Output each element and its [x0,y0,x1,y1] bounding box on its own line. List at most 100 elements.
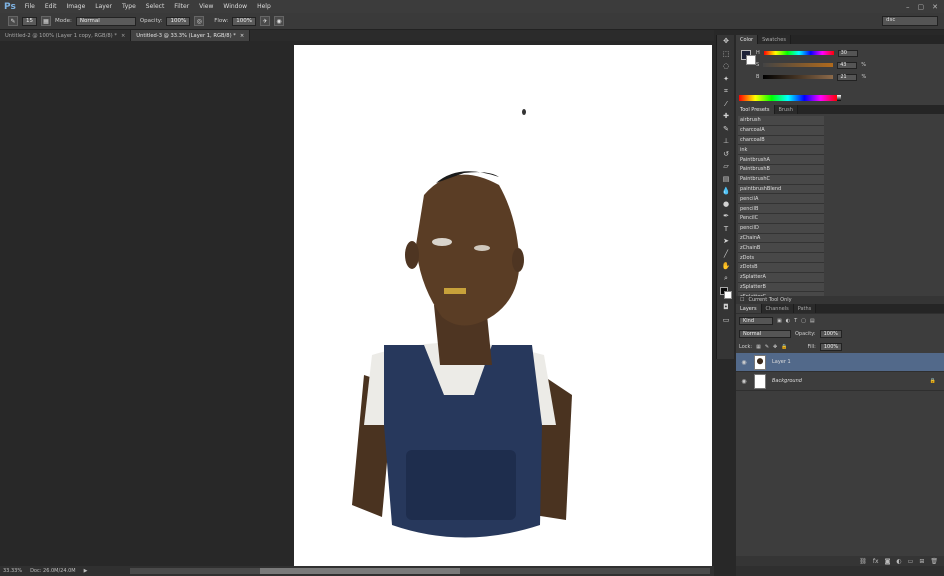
path-select-icon[interactable]: ➤ [717,235,735,248]
background-swatch[interactable] [724,291,732,299]
filter-shape-icon[interactable]: ▢ [801,318,806,324]
tab-channels[interactable]: Channels [761,304,794,313]
horizontal-scrollbar[interactable] [130,568,710,574]
menu-window[interactable]: Window [218,3,252,10]
mode-select[interactable]: Normal [75,16,136,26]
pressure-opacity-icon[interactable]: ◎ [194,16,205,26]
kind-filter-select[interactable]: Kind [739,316,773,325]
list-item[interactable]: zSplatterA [738,272,824,283]
list-item[interactable]: zSplatterB [738,282,824,293]
brush-icon[interactable]: ✎ [717,123,735,136]
current-tool-only-checkbox[interactable]: ☐ [740,297,744,303]
lock-all-icon[interactable]: 🔒 [781,344,787,350]
close-icon[interactable]: × [240,33,244,39]
eyedropper-icon[interactable]: ⁄ [717,98,735,111]
gradient-icon[interactable]: ▤ [717,173,735,186]
color-swatches[interactable] [717,285,735,301]
status-menu-icon[interactable]: ▶ [84,568,88,574]
tab-untitled-3[interactable]: Untitled-3 @ 33.3% (Layer 1, RGB/8) * × [131,30,251,41]
link-icon[interactable]: ⛓ [859,558,867,565]
list-item[interactable]: paintbrushBlend [738,184,824,195]
layer-name[interactable]: Layer 1 [772,359,791,365]
list-item[interactable]: zChainB [738,243,824,254]
tab-color[interactable]: Color [736,35,759,44]
layer-row-layer-1[interactable]: ◉ Layer 1 [736,353,944,372]
filter-type-icon[interactable]: T [794,318,797,324]
bw-ramp[interactable] [837,95,841,101]
blur-icon[interactable]: 💧 [717,185,735,198]
tab-layers[interactable]: Layers [736,304,762,313]
list-item[interactable]: PaintbrushB [738,164,824,175]
screen-mode-icon[interactable]: ▭ [717,314,735,327]
hand-icon[interactable]: ✋ [717,260,735,273]
trash-icon[interactable]: 🗑 [930,558,938,565]
close-icon[interactable]: × [121,33,125,39]
brush-size-picker[interactable]: 15 [22,16,37,26]
tab-brush[interactable]: Brush [774,105,798,114]
workspace-select[interactable]: dsc [882,16,938,26]
opacity-field[interactable]: 100% [166,16,191,26]
menu-filter[interactable]: Filter [169,3,194,10]
new-layer-icon[interactable]: ⊞ [919,558,924,565]
saturation-slider[interactable]: S 43 % [756,61,866,69]
list-item[interactable]: airbrush [738,116,824,126]
menu-image[interactable]: Image [61,3,90,10]
layer-fill-field[interactable]: 100% [819,342,843,351]
tab-tool-presets[interactable]: Tool Presets [736,105,775,114]
zoom-level[interactable]: 33.33% [3,568,22,574]
flow-field[interactable]: 100% [232,16,257,26]
brush-tool-icon[interactable]: ✎ [8,16,18,26]
lock-move-icon[interactable]: ✥ [773,344,777,350]
lock-paint-icon[interactable]: ✎ [765,344,769,350]
menu-view[interactable]: View [194,3,218,10]
quick-select-icon[interactable]: ✦ [717,73,735,86]
type-icon[interactable]: T [717,223,735,236]
pressure-size-icon[interactable]: ◉ [274,16,285,26]
tab-paths[interactable]: Paths [793,304,817,313]
menu-edit[interactable]: Edit [40,3,62,10]
filter-smart-icon[interactable]: ▤ [810,318,815,324]
lock-pixels-icon[interactable]: ▦ [756,344,761,350]
pen-icon[interactable]: ✒ [717,210,735,223]
tab-swatches[interactable]: Swatches [758,35,791,44]
list-item[interactable]: ink [738,145,824,156]
menu-file[interactable]: File [20,3,40,10]
adjustment-icon[interactable]: ◐ [896,558,901,565]
eraser-icon[interactable]: ▱ [717,160,735,173]
menu-help[interactable]: Help [252,3,276,10]
list-item[interactable]: zDots [738,253,824,263]
list-item[interactable]: pencilA [738,194,824,205]
panel-background-swatch[interactable] [746,55,756,65]
list-item[interactable]: zDotsB [738,262,824,273]
history-brush-icon[interactable]: ↺ [717,148,735,161]
list-item[interactable]: pencilD [738,223,824,234]
menu-select[interactable]: Select [141,3,170,10]
tab-untitled-2[interactable]: Untitled-2 @ 100% (Layer 1 copy, RGB/8) … [0,30,132,41]
shape-icon[interactable]: ╱ [717,248,735,261]
minimize-icon[interactable]: – [906,3,910,11]
maximize-icon[interactable]: ▢ [918,3,925,11]
list-item[interactable]: PencilC [738,213,824,224]
hue-slider[interactable]: H 30 [756,49,862,57]
menu-type[interactable]: Type [117,3,141,10]
layer-row-background[interactable]: ◉ Background 🔒 [736,372,944,391]
list-item[interactable]: pencilB [738,204,824,214]
list-item[interactable]: charcoalA [738,125,824,136]
zoom-icon[interactable]: ⌕ [717,273,735,286]
blend-mode-select[interactable]: Normal [739,329,791,338]
stamp-icon[interactable]: ⊥ [717,135,735,148]
menu-layer[interactable]: Layer [90,3,117,10]
doc-size[interactable]: Doc: 26.0M/24.0M [30,568,76,574]
eye-icon[interactable]: ◉ [740,359,748,366]
eye-icon[interactable]: ◉ [740,378,748,385]
folder-icon[interactable]: ▭ [908,558,914,565]
list-item[interactable]: PaintbrushC [738,174,824,185]
color-spectrum[interactable] [739,95,837,101]
list-item[interactable]: charcoalB [738,135,824,146]
layer-name[interactable]: Background [772,378,802,384]
layer-opacity-field[interactable]: 100% [819,329,842,338]
list-item[interactable]: zChainA [738,233,824,244]
document-canvas[interactable] [294,45,712,566]
quick-mask-icon[interactable]: ◘ [717,301,735,314]
canvas-area[interactable] [0,41,714,566]
